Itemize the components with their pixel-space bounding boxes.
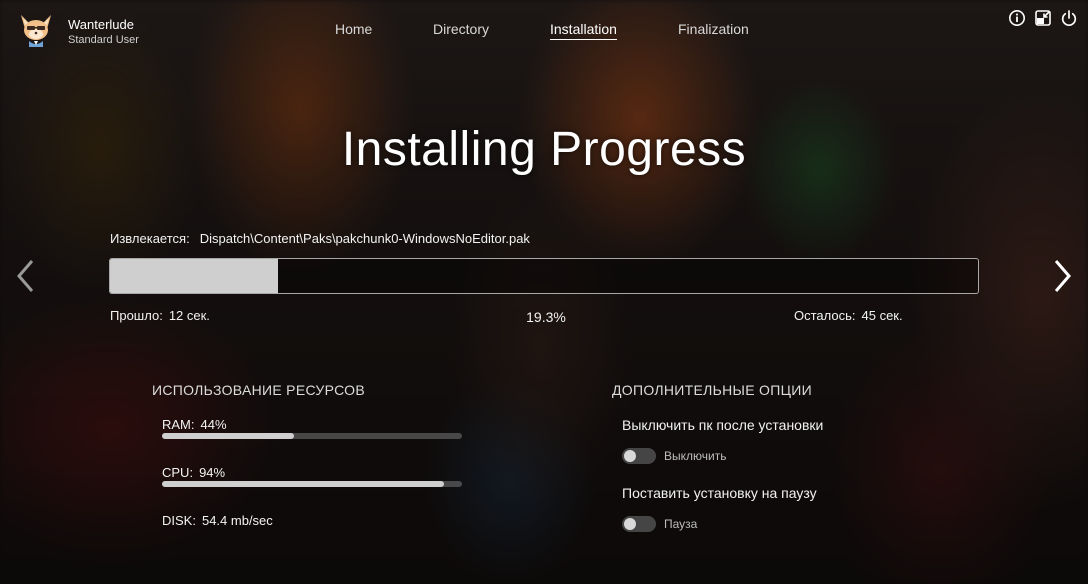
power-icon[interactable] bbox=[1060, 9, 1078, 27]
chevron-right-icon[interactable] bbox=[1050, 258, 1074, 294]
chevron-left-icon[interactable] bbox=[14, 258, 38, 294]
disk-value: 54.4 mb/sec bbox=[201, 513, 273, 528]
page-title: Installing Progress bbox=[341, 123, 747, 176]
extract-status: Извлекается: Dispatch\Content\Paks\pakchu… bbox=[110, 231, 530, 246]
shutdown-toggle[interactable] bbox=[622, 448, 656, 464]
tab-directory[interactable]: Directory bbox=[433, 21, 489, 37]
tab-home[interactable]: Home bbox=[335, 21, 372, 37]
ram-bar-fill bbox=[162, 433, 294, 439]
tab-installation[interactable]: Installation bbox=[550, 21, 617, 40]
install-progress-fill bbox=[110, 259, 278, 293]
window-controls bbox=[1008, 9, 1080, 27]
ram-value: 44% bbox=[200, 417, 227, 432]
ram-bar bbox=[162, 433, 462, 439]
remaining-time: Осталось: 45 сек. bbox=[794, 308, 903, 323]
remaining-label: Осталось: bbox=[794, 308, 856, 323]
shutdown-option-label: Выключить пк после установки bbox=[622, 417, 824, 433]
options-title: ДОПОЛНИТЕЛЬНЫЕ ОПЦИИ bbox=[612, 382, 812, 398]
shutdown-toggle-text: Выключить bbox=[664, 449, 727, 463]
toggle-knob bbox=[624, 450, 636, 462]
pause-option-label: Поставить установку на паузу bbox=[622, 485, 817, 501]
cpu-label: CPU: bbox=[162, 465, 194, 480]
toggle-knob bbox=[624, 518, 636, 530]
extract-label: Извлекается: bbox=[110, 231, 190, 246]
tab-finalization[interactable]: Finalization bbox=[678, 21, 749, 37]
pause-toggle-text: Пауза bbox=[664, 517, 698, 531]
info-icon[interactable] bbox=[1008, 9, 1026, 27]
cpu-bar-fill bbox=[162, 481, 444, 487]
ram-label: RAM: bbox=[162, 417, 195, 432]
main-navigation: Home Directory Installation Finalization bbox=[0, 21, 1088, 41]
progress-percent: 19.3% bbox=[526, 309, 566, 325]
ram-usage: RAM: 44% bbox=[162, 417, 227, 432]
cpu-bar bbox=[162, 481, 462, 487]
remaining-value: 45 сек. bbox=[861, 308, 903, 323]
cpu-usage: CPU: 94% bbox=[162, 465, 225, 480]
extract-path: Dispatch\Content\Paks\pakchunk0-WindowsN… bbox=[199, 231, 530, 246]
cpu-value: 94% bbox=[199, 465, 226, 480]
pause-toggle[interactable] bbox=[622, 516, 656, 532]
disk-usage: DISK: 54.4 mb/sec bbox=[162, 513, 273, 528]
disk-label: DISK: bbox=[162, 513, 196, 528]
install-progress-bar bbox=[109, 258, 979, 294]
resources-title: ИСПОЛЬЗОВАНИЕ РЕСУРСОВ bbox=[152, 382, 366, 398]
window-minimize-icon[interactable] bbox=[1034, 9, 1052, 27]
